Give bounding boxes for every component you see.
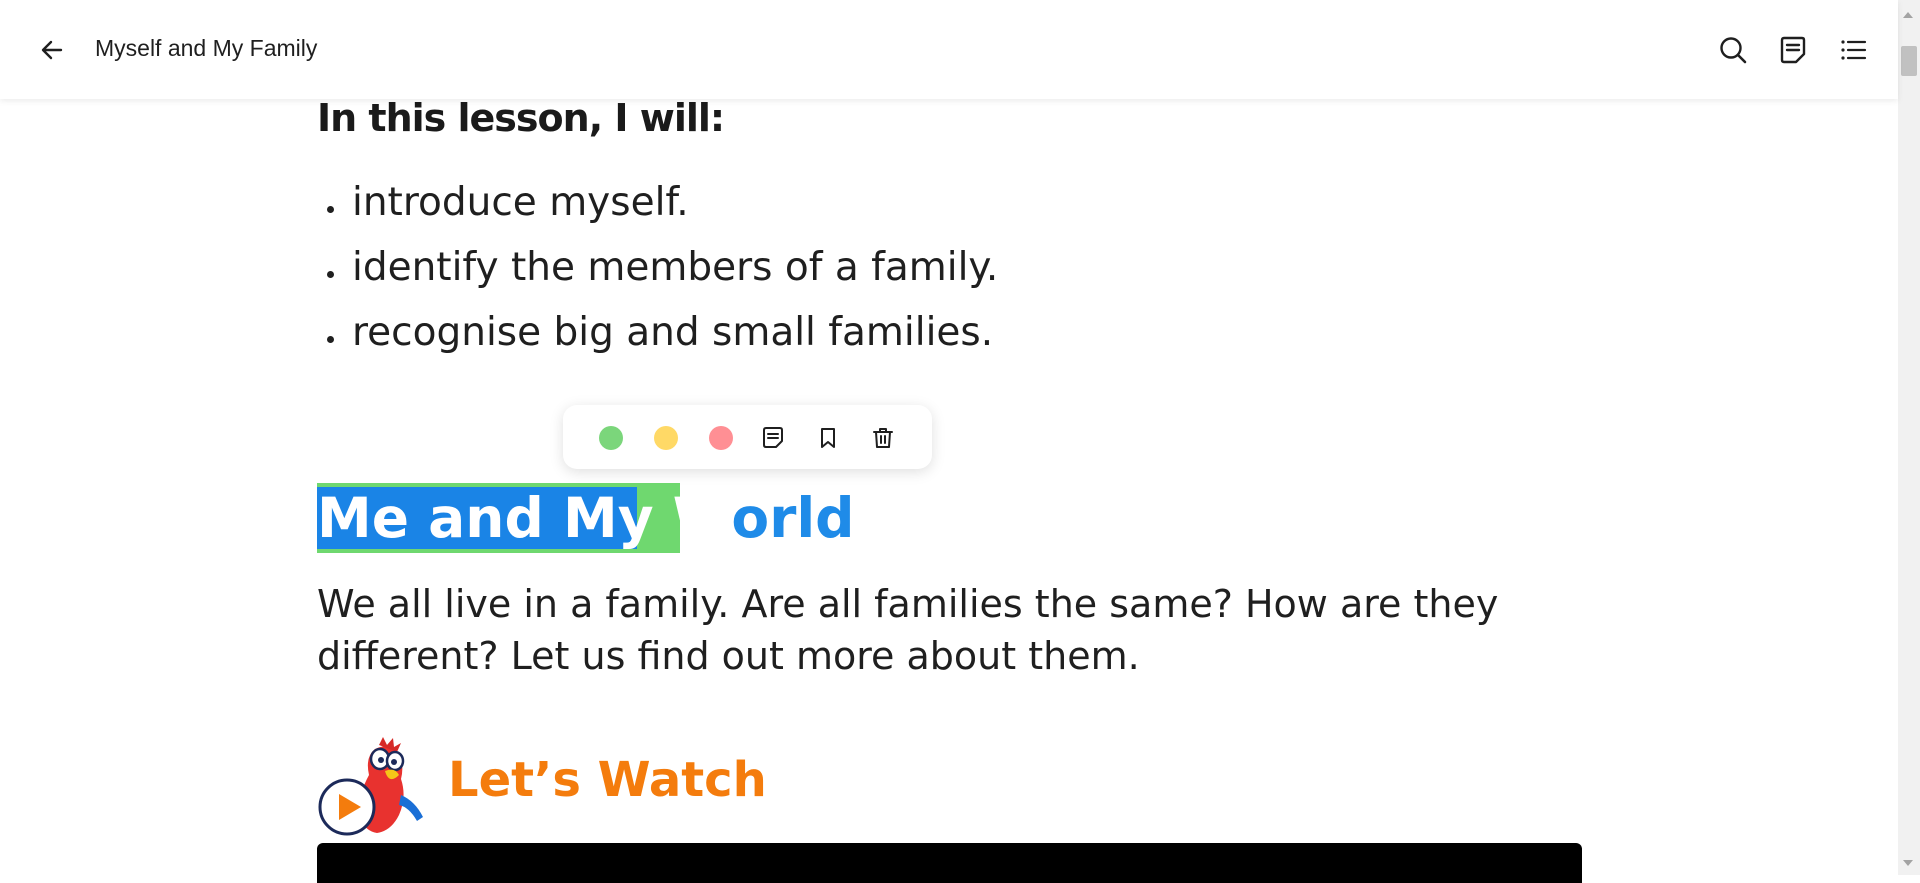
list-item: identify the members of a family.	[317, 245, 998, 310]
list-item-text: recognise big and small families.	[352, 310, 994, 355]
lesson-objectives-heading: In this lesson, I will:	[317, 96, 725, 140]
book-title: Myself and My Family	[95, 35, 318, 61]
bullet-icon	[327, 206, 334, 213]
list-item-text: introduce myself.	[352, 180, 689, 225]
scrollbar-thumb[interactable]	[1901, 46, 1917, 76]
notes-icon[interactable]	[1777, 34, 1809, 66]
list-item: introduce myself.	[317, 180, 998, 245]
bookmark-icon[interactable]	[815, 425, 841, 451]
parrot-mascot-play-icon	[317, 735, 429, 837]
lets-watch-heading: Let’s Watch	[448, 752, 767, 808]
top-bar: Myself and My Family	[0, 0, 1898, 99]
section-paragraph: We all live in a family. Are all familie…	[317, 582, 1499, 678]
scroll-down-arrow-icon[interactable]	[1903, 860, 1913, 866]
lesson-objectives-list: introduce myself. identify the members o…	[317, 180, 998, 375]
scroll-up-arrow-icon[interactable]	[1903, 12, 1913, 18]
green-highlight-swatch[interactable]	[599, 426, 623, 450]
list-item: recognise big and small families.	[317, 310, 998, 375]
bullet-icon	[327, 336, 334, 343]
yellow-highlight-swatch[interactable]	[654, 426, 678, 450]
vertical-scrollbar[interactable]	[1898, 0, 1920, 875]
highlight-toolbar	[563, 405, 932, 469]
section-title[interactable]: Me and My World	[317, 483, 855, 553]
section-title-selected[interactable]: Me and My W	[317, 486, 731, 550]
bullet-icon	[327, 271, 334, 278]
list-item-text: identify the members of a family.	[352, 245, 999, 290]
add-note-icon[interactable]	[760, 425, 786, 451]
table-of-contents-icon[interactable]	[1837, 34, 1869, 66]
search-icon[interactable]	[1717, 34, 1749, 66]
delete-icon[interactable]	[870, 425, 896, 451]
back-arrow-icon[interactable]	[36, 34, 68, 66]
section-title-rest[interactable]: orld	[731, 486, 854, 550]
red-highlight-swatch[interactable]	[709, 426, 733, 450]
video-player[interactable]	[317, 843, 1582, 883]
